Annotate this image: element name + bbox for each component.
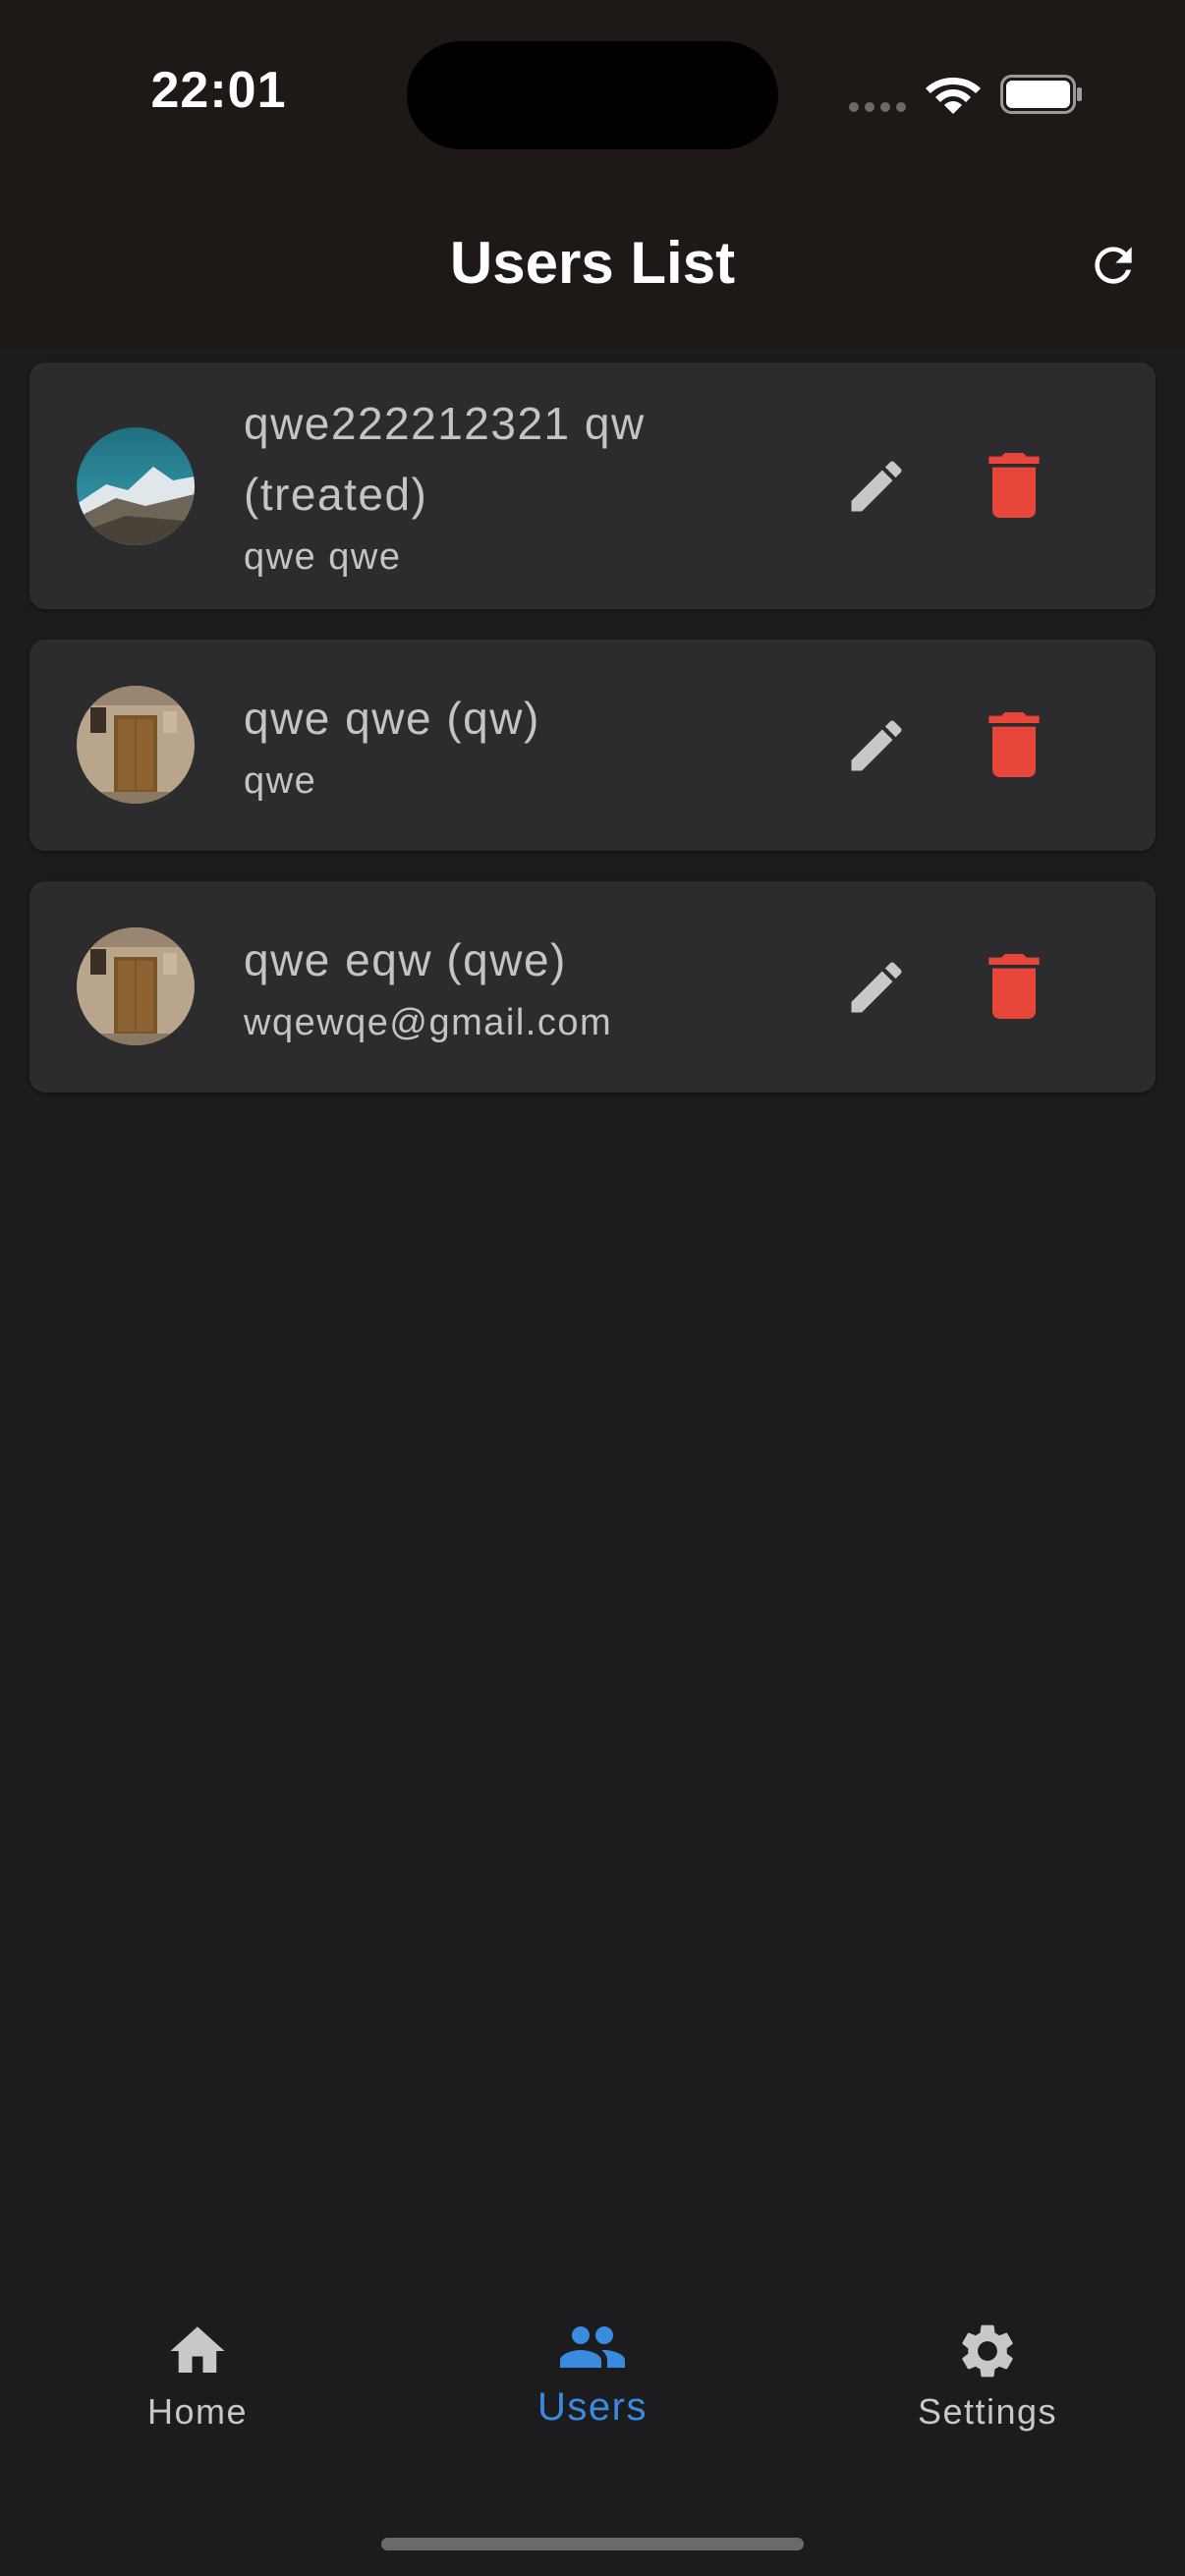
home-indicator	[381, 2538, 804, 2550]
nav-item-home[interactable]: Home	[50, 2319, 345, 2476]
user-name: qwe222212321 qw (treated)	[244, 398, 646, 520]
battery-icon	[1000, 75, 1082, 114]
page-title: Users List	[449, 230, 736, 296]
delete-icon[interactable]	[985, 453, 1044, 518]
gear-icon	[962, 2324, 1013, 2378]
avatar	[77, 927, 195, 1045]
list-item[interactable]: qwe qwe (qw) qwe	[29, 640, 1156, 851]
door-photo	[77, 927, 195, 1045]
refresh-icon[interactable]	[1086, 238, 1141, 293]
wifi-icon	[926, 78, 981, 114]
delete-icon[interactable]	[985, 954, 1044, 1019]
avatar	[77, 427, 195, 545]
nav-item-settings[interactable]: Settings	[840, 2319, 1135, 2476]
user-subtitle: wqewqe@gmail.com	[244, 1002, 613, 1043]
list-item[interactable]: qwe eqw (qwe) wqewqe@gmail.com	[29, 881, 1156, 1092]
door-photo	[77, 686, 195, 804]
edit-icon[interactable]	[843, 954, 910, 1021]
app-bar: 22:01 Users List	[0, 0, 1185, 348]
people-icon	[560, 2326, 625, 2368]
cellular-signal-icon	[849, 102, 906, 112]
nav-label-settings: Settings	[917, 2391, 1058, 2432]
mountain-photo	[77, 427, 195, 545]
nav-label-home: Home	[146, 2391, 249, 2432]
status-time: 22:01	[150, 62, 287, 119]
dynamic-island	[407, 41, 778, 149]
list-item[interactable]: qwe222212321 qw (treated) qwe qwe	[29, 363, 1156, 609]
delete-icon[interactable]	[985, 712, 1044, 777]
bottom-navigation: Home Users Settings	[0, 2289, 1185, 2576]
user-subtitle: qwe qwe	[244, 536, 402, 578]
users-list-screen: 22:01 Users List qwe222212321 qw (treate…	[0, 0, 1185, 2576]
user-subtitle: qwe	[244, 760, 317, 802]
avatar	[77, 686, 195, 804]
user-name: qwe qwe (qw)	[244, 693, 540, 744]
nav-item-users[interactable]: Users	[445, 2315, 740, 2472]
nav-label-users: Users	[537, 2385, 648, 2429]
home-icon	[170, 2326, 225, 2373]
edit-icon[interactable]	[843, 453, 910, 520]
user-name: qwe eqw (qwe)	[244, 934, 567, 985]
edit-icon[interactable]	[843, 712, 910, 779]
